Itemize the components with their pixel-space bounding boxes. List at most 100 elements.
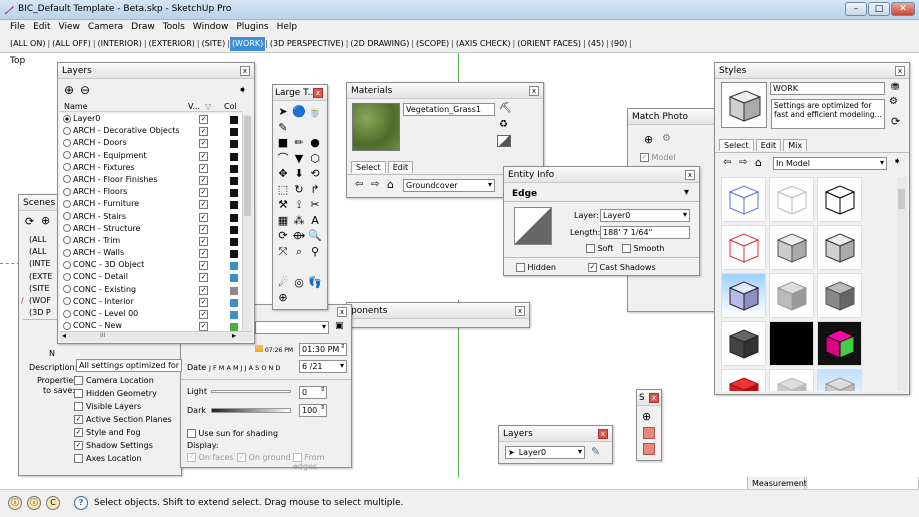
hscroll-thumb[interactable]: III	[100, 332, 105, 339]
section-plane-icon[interactable]: ⊕	[642, 410, 651, 423]
style-thumbnail[interactable]	[721, 369, 766, 391]
eraser-icon[interactable]: ✎	[276, 121, 290, 135]
layer-row[interactable]: ARCH - Furniture ✓	[60, 199, 242, 211]
add-photo-icon[interactable]: ⊕	[644, 133, 653, 146]
protractor-icon[interactable]: ✂	[308, 198, 322, 212]
layer-row[interactable]: ARCH - Fixtures ✓	[60, 163, 242, 175]
sign-in-icon[interactable]: C	[46, 496, 60, 510]
zoom-extents-icon[interactable]: ⌕	[292, 245, 306, 259]
cast-shadows-option[interactable]: ✓ Cast Shadows	[588, 263, 656, 272]
scene-property-checkbox[interactable]: ✓	[74, 415, 83, 424]
rotate-tool-icon[interactable]: ⟲	[308, 167, 322, 181]
scene-tab[interactable]: (ORIENT FACES)	[515, 37, 583, 51]
scene-tab[interactable]: (3D PERSPECTIVE)	[268, 37, 346, 51]
style-thumbnail[interactable]	[721, 177, 766, 222]
column-name[interactable]: Name	[64, 102, 88, 111]
create-style-icon[interactable]: ⛃	[891, 82, 899, 93]
components-close-icon[interactable]: x	[515, 306, 525, 316]
scroll-right-icon[interactable]: ▸	[232, 331, 236, 340]
style-name-field[interactable]: WORK	[770, 82, 885, 95]
model-checkbox[interactable]: ✓	[640, 153, 649, 162]
scene-property-checkbox[interactable]: ✓	[74, 441, 83, 450]
layer-visible-checkbox[interactable]: ✓	[199, 236, 208, 246]
style-thumbnail[interactable]	[817, 177, 862, 222]
time-field[interactable]: 01:30 PM ⇕	[299, 343, 347, 356]
hidden-checkbox[interactable]	[516, 263, 525, 272]
refresh-style-icon[interactable]: ⟳	[891, 115, 900, 128]
forward-arrow-icon[interactable]: ⇨	[739, 157, 747, 168]
text-tool-icon[interactable]: ▦	[276, 214, 290, 228]
layers-toolbar-close-icon[interactable]: x	[598, 429, 608, 439]
layer-color-swatch[interactable]	[230, 262, 238, 271]
styles-scroll-thumb[interactable]	[898, 189, 905, 209]
layer-visible-checkbox[interactable]: ✓	[199, 224, 208, 234]
materials-tab-select[interactable]: Select	[351, 161, 386, 173]
scene-tab[interactable]: (2D DRAWING)	[348, 37, 411, 51]
scene-tab[interactable]: (SITE)	[200, 37, 228, 51]
layer-color-swatch[interactable]	[230, 116, 238, 124]
layer-color-swatch[interactable]	[230, 189, 238, 198]
refresh-scene-icon[interactable]: ⟳	[25, 215, 34, 228]
scene-tab[interactable]: (45)	[586, 37, 606, 51]
forward-arrow-icon[interactable]: ⇨	[371, 179, 379, 190]
material-name-field[interactable]: Vegetation_Grass1	[403, 103, 495, 116]
scene-tab[interactable]: (INTERIOR)	[96, 37, 144, 51]
scene-property-option[interactable]: Hidden Geometry	[74, 389, 182, 402]
scene-property-option[interactable]: ✓ Active Section Planes	[74, 415, 182, 428]
layer-visible-checkbox[interactable]: ✓	[199, 310, 208, 319]
dark-field[interactable]: 100 ⇕	[299, 404, 327, 417]
display-section-icon[interactable]	[643, 427, 655, 439]
scene-property-option[interactable]: Axes Location	[74, 454, 182, 467]
scene-tab[interactable]: (SCOPE)	[414, 37, 451, 51]
menu-draw[interactable]: Draw	[127, 20, 159, 32]
layer-active-radio[interactable]	[63, 151, 71, 160]
layer-row[interactable]: Layer0 ✓	[60, 114, 242, 126]
layer-visible-checkbox[interactable]: ✓	[199, 175, 208, 185]
line-tool-icon[interactable]: ✏	[292, 136, 306, 150]
spinner-icon[interactable]: ⇕	[320, 387, 325, 393]
back-arrow-icon[interactable]: ⇦	[723, 157, 731, 168]
layer-row[interactable]: ARCH - Floors ✓	[60, 187, 242, 199]
move-tool-icon[interactable]: ✥	[276, 167, 290, 181]
layer-visible-checkbox[interactable]: ✓	[199, 285, 208, 295]
months-scale[interactable]: J F M A M J J A S O N D	[209, 364, 280, 372]
layer-active-radio[interactable]	[63, 138, 71, 147]
layer-visible-checkbox[interactable]: ✓	[199, 127, 208, 137]
small-toolbar-close-icon[interactable]: x	[649, 393, 659, 403]
smooth-checkbox[interactable]	[622, 244, 631, 253]
menu-file[interactable]: File	[6, 20, 29, 32]
layer-row[interactable]: ARCH - Trim ✓	[60, 236, 242, 248]
scene-property-option[interactable]: ✓ Style and Fog	[74, 428, 182, 441]
entity-info-close-icon[interactable]: x	[685, 170, 695, 180]
circle-tool-icon[interactable]: ●	[308, 136, 322, 150]
scene-tab[interactable]: (ALL ON)	[8, 37, 47, 51]
layer-row[interactable]: ARCH - Decorative Objects ✓	[60, 126, 242, 138]
material-swatch[interactable]	[352, 103, 400, 151]
layer-visible-checkbox[interactable]: ✓	[199, 212, 208, 222]
shadows-dropdown[interactable]: ▾	[255, 321, 329, 334]
add-scene-icon[interactable]: ⊕	[41, 214, 50, 227]
model-option[interactable]: ✓ Model	[640, 153, 676, 162]
scene-list-item[interactable]: (SITE	[29, 284, 59, 296]
scene-property-option[interactable]: Visible Layers	[74, 402, 182, 415]
length-field[interactable]: 188' 7 1/64"	[600, 226, 690, 239]
scene-property-option[interactable]: Camera Location	[74, 376, 182, 389]
use-sun-option[interactable]: Use sun for shading	[187, 429, 278, 438]
scene-list-item[interactable]: (ALL	[29, 235, 59, 247]
dimension-tool-icon[interactable]: ⟟	[292, 198, 306, 212]
style-thumbnail[interactable]	[817, 273, 862, 318]
style-thumbnail[interactable]	[769, 273, 814, 318]
layer-active-radio[interactable]	[63, 260, 71, 269]
layer-active-radio[interactable]	[63, 285, 71, 294]
cast-shadows-checkbox[interactable]: ✓	[588, 263, 597, 272]
arc-tool-icon[interactable]: ⌒	[276, 152, 290, 166]
scene-property-option[interactable]: ✓ Shadow Settings	[74, 441, 182, 454]
layer-row[interactable]: ARCH - Floor Finishes ✓	[60, 175, 242, 187]
scene-tab[interactable]: (AXIS CHECK)	[454, 37, 513, 51]
component-tool-icon[interactable]: 🔵	[292, 105, 306, 119]
layer-visible-checkbox[interactable]: ✓	[199, 188, 208, 198]
layer-dropdown[interactable]: Layer0 ▾	[600, 209, 690, 222]
light-field[interactable]: 0 ⇕	[299, 386, 327, 399]
layers-close-icon[interactable]: x	[240, 66, 250, 76]
layer-color-swatch[interactable]	[230, 152, 238, 161]
